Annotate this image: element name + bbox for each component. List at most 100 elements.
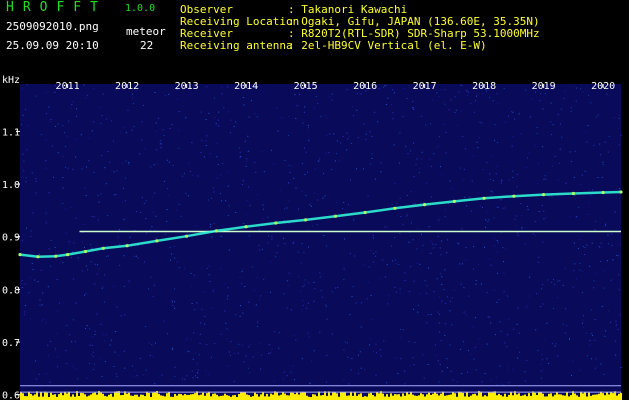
noise-dot — [326, 117, 328, 119]
noise-dot — [107, 215, 109, 217]
noise-dot — [45, 212, 47, 214]
noise-dot — [377, 121, 379, 123]
noise-dot — [305, 151, 307, 153]
noise-dot — [395, 291, 397, 293]
baseline-bar — [278, 395, 280, 400]
noise-dot — [204, 370, 206, 372]
noise-dot — [30, 230, 32, 232]
noise-dot — [497, 241, 499, 243]
noise-dot — [260, 368, 261, 370]
noise-dot — [32, 269, 34, 270]
baseline-bar — [604, 395, 606, 400]
noise-dot — [419, 167, 421, 169]
noise-dot — [94, 334, 96, 336]
noise-dot — [320, 290, 322, 292]
baseline-bar — [500, 395, 502, 400]
noise-dot — [326, 134, 328, 136]
noise-dot — [604, 225, 606, 227]
noise-dot — [205, 119, 207, 120]
noise-dot — [101, 115, 103, 116]
noise-dot — [367, 195, 369, 197]
noise-dot — [443, 289, 445, 291]
baseline-bar — [208, 391, 210, 400]
noise-dot — [287, 182, 289, 183]
noise-dot — [405, 215, 407, 217]
x-tick-label: 2012 — [115, 81, 139, 92]
noise-dot — [228, 249, 230, 251]
noise-dot — [119, 264, 121, 266]
noise-dot — [172, 347, 173, 349]
noise-dot — [194, 274, 195, 276]
noise-dot — [96, 273, 98, 275]
noise-dot — [399, 288, 401, 290]
noise-dot — [48, 192, 50, 194]
baseline-bar — [416, 395, 418, 400]
noise-dot — [607, 243, 609, 245]
noise-dot — [305, 194, 307, 196]
noise-dot — [288, 199, 290, 201]
noise-dot — [422, 354, 424, 356]
noise-dot — [526, 205, 528, 207]
noise-dot — [86, 378, 88, 379]
baseline-bar — [510, 391, 512, 400]
x-tick-label: 2014 — [234, 81, 258, 92]
noise-dot — [342, 208, 343, 209]
noise-dot — [514, 218, 516, 220]
noise-dot — [222, 163, 224, 164]
noise-dot — [550, 102, 552, 104]
noise-dot — [343, 349, 345, 351]
noise-dot — [541, 354, 543, 356]
noise-dot — [609, 321, 611, 323]
baseline-bar — [526, 396, 528, 400]
noise-dot — [307, 171, 308, 173]
noise-dot — [430, 313, 432, 315]
noise-dot — [372, 351, 374, 353]
baseline-bar — [498, 393, 500, 400]
noise-dot — [346, 342, 348, 344]
noise-dot — [511, 145, 513, 147]
noise-dot — [55, 349, 57, 351]
noise-dot — [324, 195, 326, 197]
noise-dot — [444, 89, 446, 91]
noise-dot — [73, 242, 75, 244]
noise-dot — [212, 289, 214, 290]
noise-dot — [22, 153, 24, 155]
noise-dot — [334, 160, 336, 162]
noise-dot — [220, 333, 222, 335]
noise-dot — [494, 139, 496, 141]
noise-dot — [427, 314, 429, 316]
noise-dot — [25, 177, 27, 179]
noise-dot — [230, 341, 232, 343]
noise-dot — [543, 210, 545, 212]
noise-dot — [247, 135, 249, 137]
noise-dot — [580, 238, 582, 240]
noise-dot — [256, 276, 258, 278]
noise-dot — [360, 367, 362, 369]
noise-dot — [242, 184, 243, 185]
noise-dot — [349, 253, 351, 255]
noise-dot — [94, 330, 96, 332]
noise-dot — [70, 107, 72, 109]
baseline-bar — [82, 393, 84, 400]
noise-dot — [494, 334, 496, 336]
noise-dot — [188, 351, 190, 353]
baseline-bar — [290, 392, 292, 400]
noise-dot — [163, 180, 165, 182]
baseline-bar — [110, 393, 112, 400]
noise-dot — [193, 332, 195, 334]
noise-dot — [615, 354, 617, 356]
noise-dot — [353, 219, 354, 221]
noise-dot — [116, 375, 118, 377]
noise-dot — [603, 373, 605, 375]
noise-dot — [461, 110, 462, 112]
noise-dot — [203, 156, 205, 158]
noise-dot — [228, 351, 230, 353]
noise-dot — [211, 236, 213, 238]
noise-dot — [435, 354, 437, 356]
noise-dot — [487, 221, 489, 223]
baseline-bar — [566, 392, 568, 400]
noise-dot — [459, 263, 461, 265]
noise-dot — [584, 247, 586, 248]
noise-dot — [45, 222, 47, 224]
noise-dot — [72, 319, 74, 321]
